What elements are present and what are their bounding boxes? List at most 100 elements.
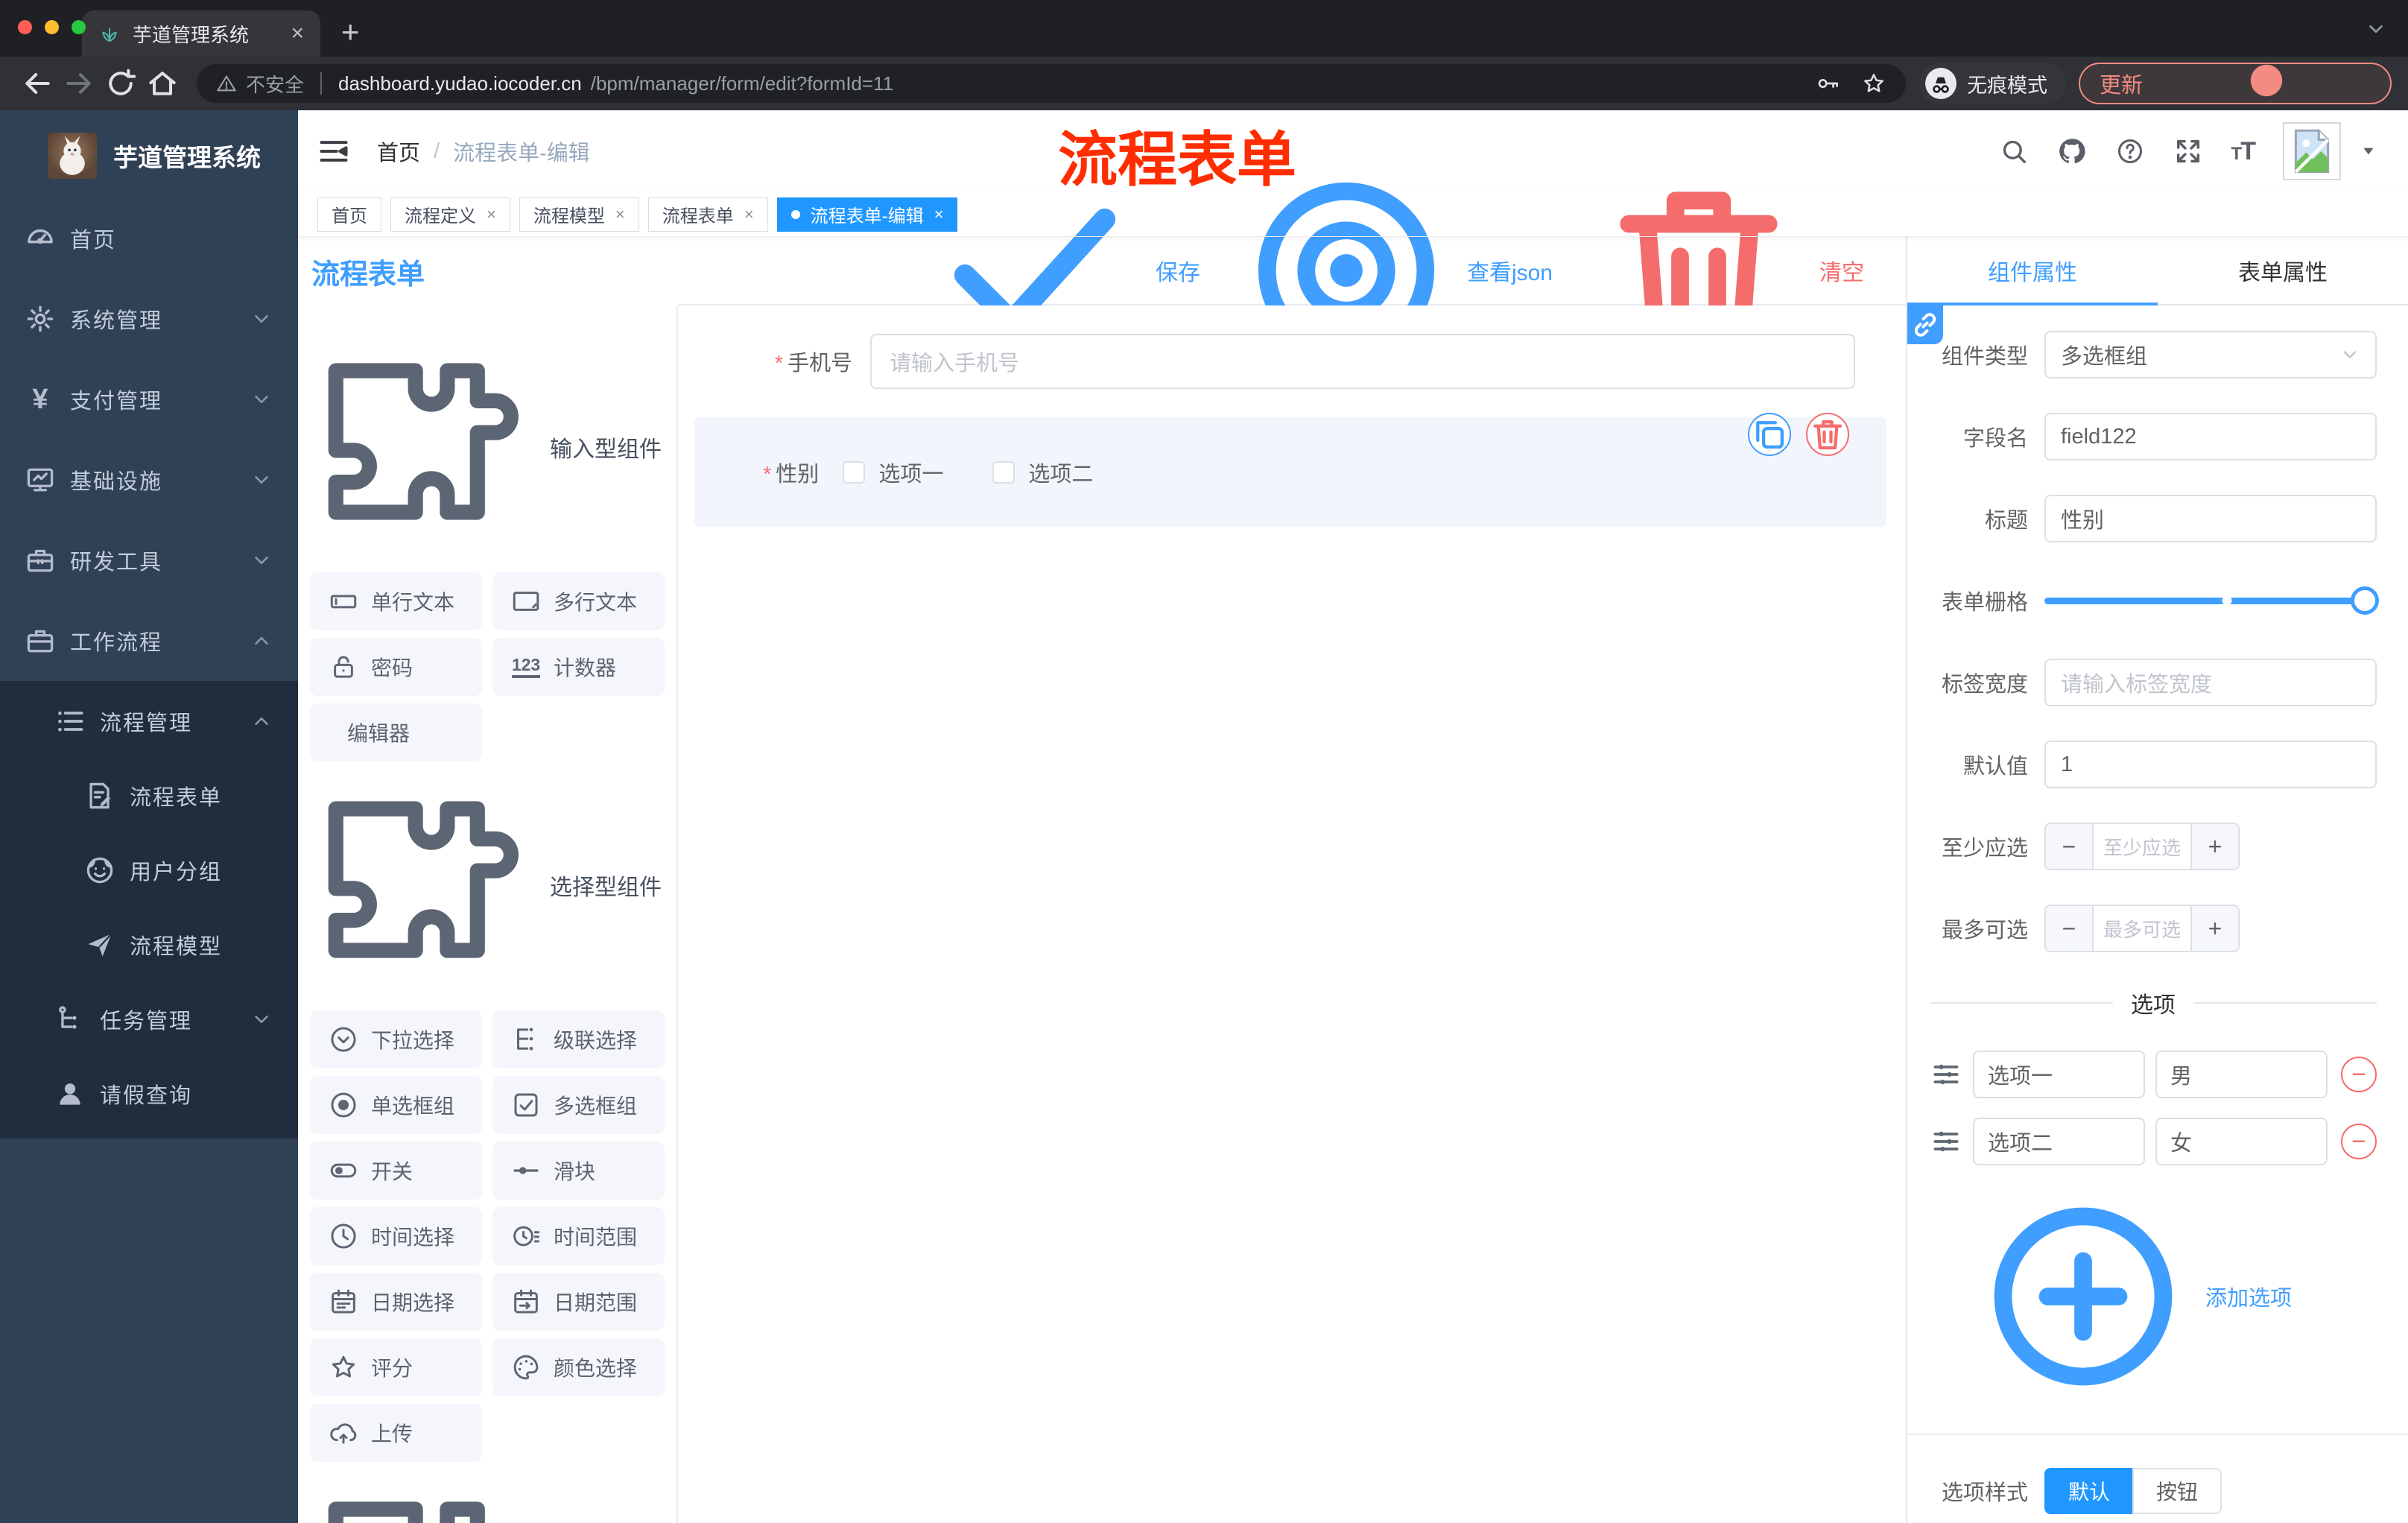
min-check-input[interactable]: 至少应选 [2094,824,2190,869]
component-type-select[interactable]: 多选框组 [2044,331,2377,379]
tag-close-icon[interactable]: × [934,205,944,224]
back-button[interactable] [16,67,58,100]
option-label-input[interactable]: 选项二 [1973,1118,2145,1165]
collapse-sidebar-icon[interactable] [317,135,350,168]
reload-button[interactable] [100,67,142,100]
component-chip-评分[interactable]: 评分 [310,1338,482,1396]
decrement-button[interactable]: − [2046,906,2094,951]
drag-handle-icon[interactable] [1930,1058,1962,1091]
sidebar-item-基础设施[interactable]: 基础设施 [0,440,298,520]
option-label-input[interactable]: 选项一 [1973,1051,2145,1098]
option-value-input[interactable]: 女 [2155,1118,2328,1165]
component-chip-上传[interactable]: 上传 [310,1404,482,1462]
component-chip-下拉选择[interactable]: 下拉选择 [310,1010,482,1068]
component-chip-时间选择[interactable]: 时间选择 [310,1207,482,1265]
tag-首页[interactable]: 首页 [317,197,381,232]
sidebar-item-首页[interactable]: 首页 [0,198,298,279]
tag-close-icon[interactable]: × [615,205,625,224]
delete-component-button[interactable] [1806,413,1849,456]
component-chip-密码[interactable]: 密码 [310,638,482,696]
minimize-window-button[interactable] [45,20,59,34]
component-chip-单行文本[interactable]: 单行文本 [310,572,482,630]
add-option-button[interactable]: 添加选项 [1971,1185,2377,1408]
search-icon[interactable] [1999,136,2029,166]
component-chip-编辑器[interactable]: 编辑器 [310,703,482,762]
slider-handle[interactable] [2351,586,2379,615]
component-chip-开关[interactable]: 开关 [310,1142,482,1200]
sidebar-item-用户分组[interactable]: 用户分组 [0,833,298,908]
phone-field-row[interactable]: * 手机号 请输入手机号 [754,334,1855,389]
close-window-button[interactable] [18,20,32,34]
password-key-icon[interactable] [1815,71,1840,96]
font-size-icon[interactable]: TT [2231,137,2256,166]
sidebar-item-研发工具[interactable]: 研发工具 [0,520,298,601]
phone-input[interactable]: 请输入手机号 [870,334,1855,389]
tag-close-icon[interactable]: × [744,205,754,224]
update-browser-button[interactable]: 更新 [2078,4,2392,157]
address-bar[interactable]: 不安全 dashboard.yudao.iocoder.cn /bpm/mana… [197,64,1906,103]
new-tab-button[interactable]: + [341,16,360,48]
tab-表单属性[interactable]: 表单属性 [2158,237,2408,304]
default-value-input[interactable]: 1 [2044,741,2377,788]
sidebar-item-流程模型[interactable]: 流程模型 [0,908,298,982]
component-chip-级联选择[interactable]: 级联选择 [492,1010,665,1068]
tag-close-icon[interactable]: × [487,205,496,224]
sidebar-item-支付管理[interactable]: ¥ 支付管理 [0,359,298,440]
field-name-input[interactable]: field122 [2044,413,2377,460]
link-tag[interactable] [1907,305,1943,344]
remove-option-button[interactable]: − [2341,1057,2377,1092]
gender-checkbox-选项一[interactable]: 选项一 [843,457,943,488]
sidebar-item-系统管理[interactable]: 系统管理 [0,279,298,359]
home-button[interactable] [142,67,183,100]
style-option-默认[interactable]: 默认 [2044,1468,2135,1514]
component-chip-日期选择[interactable]: 日期选择 [310,1273,482,1331]
tag-流程表单-编辑[interactable]: 流程表单-编辑 × [776,197,958,232]
label-width-input[interactable]: 请输入标签宽度 [2044,659,2377,706]
component-chip-滑块[interactable]: 滑块 [492,1142,665,1200]
component-chip-多选框组[interactable]: 多选框组 [492,1076,665,1134]
bookmark-star-icon[interactable] [1861,71,1886,96]
tag-流程表单[interactable]: 流程表单 × [647,197,768,232]
title-input[interactable]: 性别 [2044,495,2377,542]
sidebar-item-流程表单[interactable]: 流程表单 [0,759,298,833]
sidebar-item-工作流程[interactable]: 工作流程 [0,601,298,681]
avatar-caret-down-icon[interactable] [2359,142,2378,161]
browser-tab[interactable]: 芋道管理系统 × [82,10,320,57]
help-icon[interactable] [2115,136,2145,166]
form-canvas[interactable]: * 手机号 请输入手机号 * 性别 选项一 选项二 [678,305,1906,1523]
zoom-window-button[interactable] [72,20,86,34]
selected-component-gender[interactable]: * 性别 选项一 选项二 [694,413,1886,527]
component-chip-时间范围[interactable]: 时间范围 [492,1207,665,1265]
option-value-input[interactable]: 男 [2155,1051,2328,1098]
increment-button[interactable]: + [2190,824,2238,869]
duplicate-component-button[interactable] [1748,413,1791,456]
gender-checkbox-选项二[interactable]: 选项二 [992,457,1093,488]
sidebar-item-任务管理[interactable]: 任务管理 [0,982,298,1057]
increment-button[interactable]: + [2190,906,2238,951]
component-chip-计数器[interactable]: 123 计数器 [492,638,665,696]
breadcrumb-home[interactable]: 首页 [377,136,420,167]
component-chip-多行文本[interactable]: 多行文本 [492,572,665,630]
form-grid-slider[interactable] [2044,577,2379,624]
checkbox-icon[interactable] [992,460,1016,484]
forward-button[interactable] [58,67,100,100]
fullscreen-icon[interactable] [2173,136,2203,166]
component-chip-颜色选择[interactable]: 颜色选择 [492,1338,665,1396]
user-avatar[interactable] [2283,122,2341,180]
tab-组件属性[interactable]: 组件属性 [1907,237,2158,305]
tab-close-icon[interactable]: × [291,21,304,46]
tab-search-chevron-icon[interactable] [2365,18,2387,40]
tag-流程模型[interactable]: 流程模型 × [519,197,639,232]
github-icon[interactable] [2057,136,2087,166]
remove-option-button[interactable]: − [2341,1124,2377,1159]
checkbox-icon[interactable] [843,460,866,484]
max-check-input[interactable]: 最多可选 [2094,906,2190,951]
component-chip-日期范围[interactable]: 日期范围 [492,1273,665,1331]
sidebar-item-流程管理[interactable]: 流程管理 [0,684,298,759]
component-chip-单选框组[interactable]: 单选框组 [310,1076,482,1134]
sidebar-item-请假查询[interactable]: 请假查询 [0,1057,298,1131]
drag-handle-icon[interactable] [1930,1125,1962,1158]
style-option-按钮[interactable]: 按钮 [2132,1468,2222,1514]
decrement-button[interactable]: − [2046,824,2094,869]
tag-流程定义[interactable]: 流程定义 × [390,197,510,232]
